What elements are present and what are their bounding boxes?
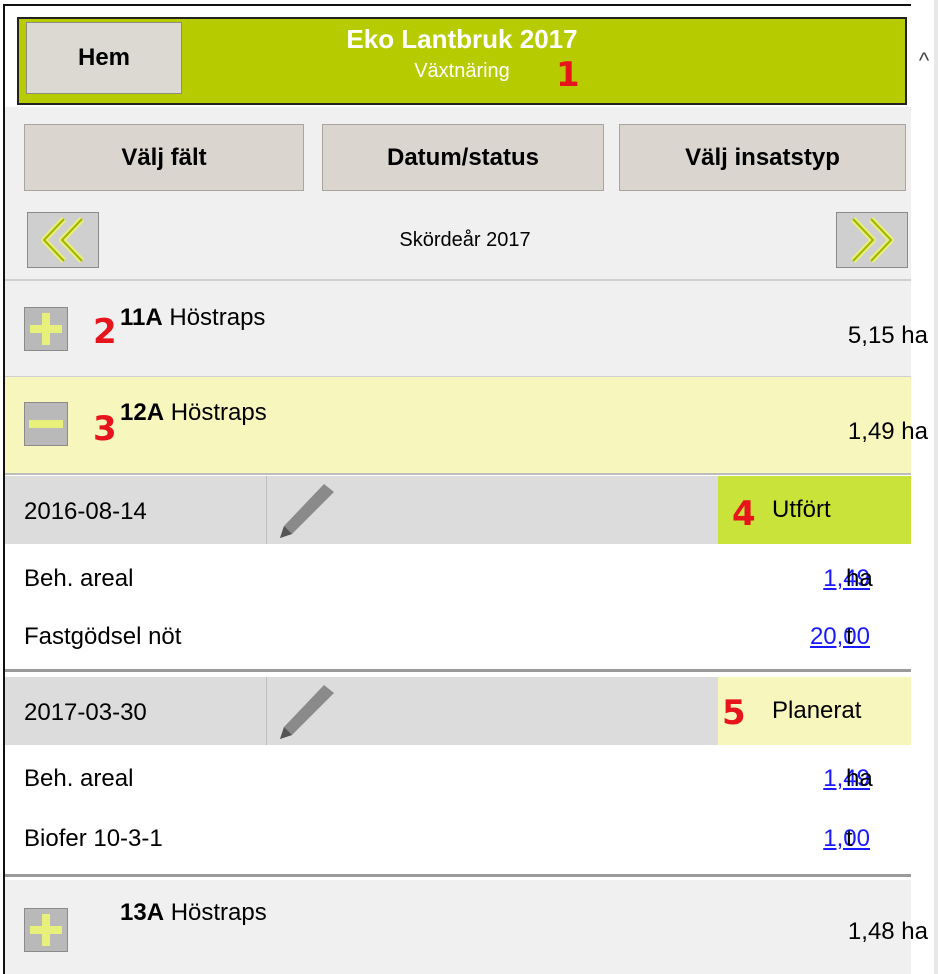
field-id: 13A <box>120 899 165 926</box>
edit-event-button[interactable] <box>272 681 338 741</box>
field-row-13a[interactable] <box>5 880 911 974</box>
event-separator <box>266 476 267 544</box>
event-status-label: Utfört <box>772 496 831 523</box>
app-subtitle: Växtnäring <box>414 60 510 82</box>
date-status-button[interactable]: Datum/status <box>322 124 604 191</box>
edit-event-button[interactable] <box>272 480 338 540</box>
detail-value-link[interactable]: 20,00 <box>810 623 870 651</box>
event-status-label: Planerat <box>772 697 862 724</box>
detail-unit: ha <box>846 565 873 592</box>
annotation-marker-5: 5 <box>722 693 746 733</box>
event-date: 2016-08-14 <box>24 498 147 525</box>
scrollbar[interactable] <box>934 0 938 974</box>
status-badge-planned: Planerat <box>718 677 911 745</box>
field-area-11a: 5,15 ha <box>847 322 928 349</box>
field-area-12a: 1,49 ha <box>847 418 928 445</box>
plus-icon <box>30 313 62 345</box>
detail-unit: ha <box>846 765 873 792</box>
annotation-marker-2: 2 <box>93 312 117 352</box>
pencil-icon <box>280 484 334 538</box>
field-title-11a: 11A Höstraps <box>120 304 265 332</box>
pencil-icon <box>280 685 334 739</box>
event-divider <box>5 669 911 672</box>
annotation-marker-3: 3 <box>93 409 117 449</box>
harvest-year-label: Skördeår 2017 <box>399 229 531 251</box>
minus-icon <box>29 420 63 428</box>
detail-unit: t <box>846 623 853 650</box>
detail-label: Fastgödsel nöt <box>24 623 182 650</box>
field-title-13a: 13A Höstraps <box>120 899 267 927</box>
field-crop: Höstraps <box>169 304 266 331</box>
select-input-type-button[interactable]: Välj insatstyp <box>619 124 906 191</box>
detail-label: Biofer 10-3-1 <box>24 825 163 852</box>
detail-unit: t <box>846 825 853 852</box>
expand-field-13a-button[interactable] <box>24 908 68 952</box>
expand-field-11a-button[interactable] <box>24 307 68 351</box>
app-title: Eko Lantbruk 2017 <box>346 24 578 54</box>
annotation-marker-4: 4 <box>732 494 756 534</box>
field-crop: Höstraps <box>170 399 267 426</box>
field-crop: Höstraps <box>170 899 267 926</box>
event-date: 2017-03-30 <box>24 699 147 726</box>
event-separator <box>266 677 267 745</box>
previous-year-button[interactable] <box>27 212 99 268</box>
event-divider <box>5 874 911 877</box>
annotation-marker-1: 1 <box>556 55 580 95</box>
detail-label: Beh. areal <box>24 565 134 592</box>
field-area-13a: 1,48 ha <box>847 918 928 945</box>
double-chevron-left-icon <box>41 216 85 264</box>
select-field-button[interactable]: Välj fält <box>24 124 304 191</box>
scroll-up-icon[interactable]: ^ <box>914 48 934 74</box>
plus-icon <box>30 914 62 946</box>
field-id: 12A <box>120 399 165 426</box>
field-id: 11A <box>120 304 163 331</box>
collapse-field-12a-button[interactable] <box>24 402 68 446</box>
double-chevron-right-icon <box>850 216 894 264</box>
field-title-12a: 12A Höstraps <box>120 399 267 427</box>
next-year-button[interactable] <box>836 212 908 268</box>
detail-label: Beh. areal <box>24 765 134 792</box>
